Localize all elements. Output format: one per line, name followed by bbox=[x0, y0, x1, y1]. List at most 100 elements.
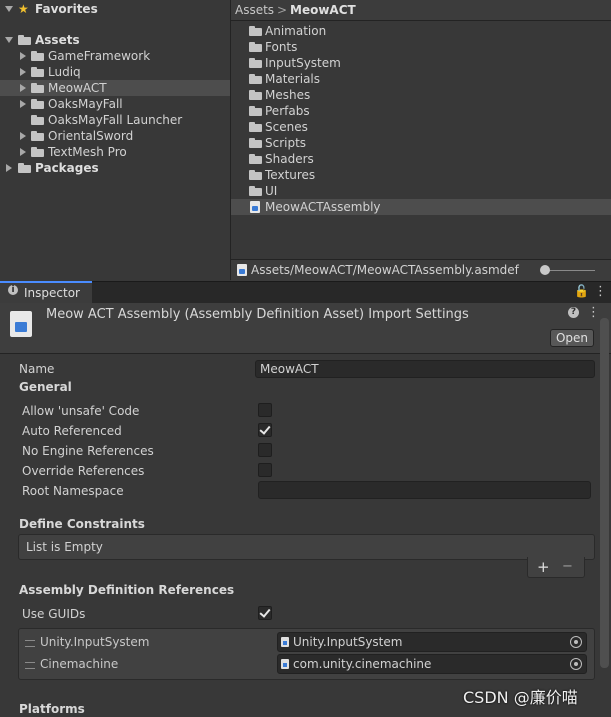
override-references-checkbox[interactable] bbox=[258, 463, 272, 477]
expand-triangle-icon[interactable] bbox=[6, 164, 12, 172]
tree-item-gameframework[interactable]: GameFramework bbox=[0, 48, 230, 64]
remove-button[interactable]: − bbox=[562, 557, 573, 577]
file-label: Textures bbox=[265, 168, 316, 182]
folder-icon bbox=[31, 83, 44, 93]
add-button[interactable]: + bbox=[537, 557, 550, 577]
folder-icon bbox=[249, 90, 262, 100]
tree-label: OrientalSword bbox=[48, 129, 134, 143]
list-footer: + − bbox=[527, 557, 585, 578]
list-item[interactable]: Textures bbox=[231, 167, 611, 183]
asmdef-file-icon bbox=[237, 264, 247, 276]
expand-triangle-icon[interactable] bbox=[20, 132, 26, 140]
name-label: Name bbox=[19, 362, 55, 376]
file-label: Materials bbox=[265, 72, 321, 86]
tree-label: OaksMayFall bbox=[48, 97, 123, 111]
object-picker-icon[interactable] bbox=[570, 658, 582, 670]
breadcrumb-current[interactable]: MeowACT bbox=[290, 0, 356, 20]
folder-icon bbox=[249, 26, 262, 36]
file-label: Animation bbox=[265, 24, 327, 38]
folder-icon bbox=[249, 74, 262, 84]
list-item[interactable]: Meshes bbox=[231, 87, 611, 103]
folder-icon bbox=[18, 163, 31, 173]
list-item[interactable]: InputSystem bbox=[231, 55, 611, 71]
expand-triangle-icon[interactable] bbox=[5, 37, 13, 43]
list-item-selected[interactable]: MeowACTAssembly bbox=[231, 199, 611, 215]
reference-object-field[interactable]: Unity.InputSystem bbox=[277, 632, 587, 652]
name-field[interactable]: MeowACT bbox=[255, 360, 595, 378]
define-constraints-list: List is Empty bbox=[18, 534, 595, 560]
root-namespace-field[interactable] bbox=[258, 481, 591, 499]
folder-icon bbox=[31, 99, 44, 109]
inspector-scrollbar[interactable] bbox=[600, 318, 609, 668]
use-guids-checkbox[interactable] bbox=[258, 606, 272, 620]
file-label: Scenes bbox=[265, 120, 308, 134]
folder-icon bbox=[249, 154, 262, 164]
folder-icon bbox=[249, 122, 262, 132]
tree-item-meowact[interactable]: MeowACT bbox=[0, 80, 230, 96]
more-options-icon[interactable]: ⋮ bbox=[594, 284, 607, 299]
list-empty-text: List is Empty bbox=[26, 540, 103, 554]
folder-icon bbox=[249, 106, 262, 116]
override-references-label: Override References bbox=[22, 464, 145, 478]
no-engine-references-checkbox[interactable] bbox=[258, 443, 272, 457]
file-list: Animation Fonts InputSystem Materials Me… bbox=[231, 21, 611, 259]
zoom-slider-track[interactable] bbox=[545, 270, 595, 271]
folder-icon bbox=[31, 67, 44, 77]
assembly-references-list: Unity.InputSystem Unity.InputSystem Cine… bbox=[18, 628, 595, 680]
expand-triangle-icon[interactable] bbox=[20, 68, 26, 76]
tree-item-oaksmayfall-launcher[interactable]: OaksMayFall Launcher bbox=[0, 112, 230, 128]
settings-menu-icon[interactable]: ⋮ bbox=[587, 305, 600, 320]
folder-icon bbox=[249, 186, 262, 196]
auto-referenced-checkbox[interactable] bbox=[258, 423, 272, 437]
reference-value: com.unity.cinemachine bbox=[293, 657, 432, 671]
help-icon[interactable]: ? bbox=[568, 307, 579, 318]
folder-icon bbox=[31, 147, 44, 157]
tree-item-ludiq[interactable]: Ludiq bbox=[0, 64, 230, 80]
tree-item-favorites[interactable]: ★ Favorites bbox=[0, 1, 230, 17]
expand-triangle-icon[interactable] bbox=[20, 84, 26, 92]
chevron-right-icon: > bbox=[277, 3, 288, 17]
list-item[interactable]: Scenes bbox=[231, 119, 611, 135]
tree-item-orientalsword[interactable]: OrientalSword bbox=[0, 128, 230, 144]
list-item[interactable]: Scripts bbox=[231, 135, 611, 151]
section-assembly-references: Assembly Definition References bbox=[19, 583, 235, 597]
list-item[interactable]: Shaders bbox=[231, 151, 611, 167]
zoom-slider-thumb[interactable] bbox=[540, 265, 550, 275]
section-define-constraints: Define Constraints bbox=[19, 517, 145, 531]
object-picker-icon[interactable] bbox=[570, 636, 582, 648]
expand-triangle-icon[interactable] bbox=[20, 148, 26, 156]
tree-item-assets[interactable]: Assets bbox=[0, 32, 230, 48]
use-guids-label: Use GUIDs bbox=[22, 607, 86, 621]
open-button[interactable]: Open bbox=[550, 329, 594, 347]
expand-triangle-icon[interactable] bbox=[20, 52, 26, 60]
asmdef-file-icon bbox=[281, 637, 289, 647]
tree-label: OaksMayFall Launcher bbox=[48, 113, 183, 127]
list-item[interactable]: Animation bbox=[231, 23, 611, 39]
list-item[interactable]: UI bbox=[231, 183, 611, 199]
tree-item-oaksmayfall[interactable]: OaksMayFall bbox=[0, 96, 230, 112]
star-icon: ★ bbox=[18, 2, 29, 16]
tree-item-textmesh-pro[interactable]: TextMesh Pro bbox=[0, 144, 230, 160]
asset-path: Assets/MeowACT/MeowACTAssembly.asmdef bbox=[251, 263, 519, 277]
allow-unsafe-checkbox[interactable] bbox=[258, 403, 272, 417]
drag-handle-icon[interactable] bbox=[25, 640, 35, 647]
file-label: Shaders bbox=[265, 152, 314, 166]
lock-icon[interactable]: 🔓 bbox=[574, 284, 589, 298]
folder-icon bbox=[249, 138, 262, 148]
path-bar: Assets/MeowACT/MeowACTAssembly.asmdef bbox=[231, 259, 611, 281]
list-item[interactable]: Fonts bbox=[231, 39, 611, 55]
auto-referenced-label: Auto Referenced bbox=[22, 424, 122, 438]
section-general: General bbox=[19, 380, 72, 394]
tree-label: Ludiq bbox=[48, 65, 81, 79]
breadcrumb-root[interactable]: Assets bbox=[235, 0, 274, 20]
list-item[interactable]: Materials bbox=[231, 71, 611, 87]
drag-handle-icon[interactable] bbox=[25, 662, 35, 669]
tree-item-packages[interactable]: Packages bbox=[0, 160, 230, 176]
expand-triangle-icon[interactable] bbox=[5, 6, 13, 12]
list-item[interactable]: Perfabs bbox=[231, 103, 611, 119]
reference-object-field[interactable]: com.unity.cinemachine bbox=[277, 654, 587, 674]
expand-triangle-icon[interactable] bbox=[20, 100, 26, 108]
file-label: Scripts bbox=[265, 136, 307, 150]
tree-label: Favorites bbox=[35, 2, 98, 16]
tab-inspector[interactable]: i Inspector bbox=[0, 281, 92, 303]
